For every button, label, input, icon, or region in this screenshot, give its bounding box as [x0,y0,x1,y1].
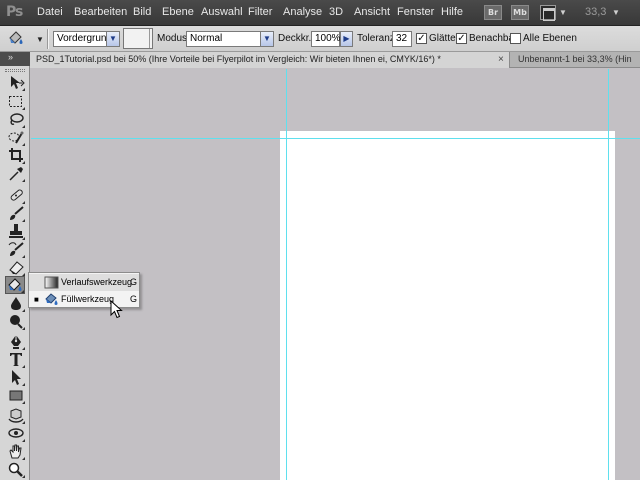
opacity-field[interactable]: 100% [311,31,341,47]
menu-bearbeiten[interactable]: Bearbeiten [74,6,127,18]
antialias-checkbox[interactable]: ✓ [416,33,427,44]
3d-orbit-tool-icon[interactable] [7,425,25,442]
tab-title: Unbenannt-1 bei 33,3% (Hin [518,54,632,64]
chevron-down-icon: ▼ [260,32,273,46]
tab-unbenannt[interactable]: Unbenannt-1 bei 33,3% (Hin [512,52,640,68]
gradient-icon [44,275,59,290]
zoom-tool-icon[interactable] [7,461,25,478]
divider [47,29,49,49]
menu-3d[interactable]: 3D [329,6,343,18]
collapse-icon[interactable]: » [8,52,13,62]
flyout-item-gradient-tool[interactable]: Verlaufswerkzeug G [29,274,139,291]
close-icon[interactable]: × [498,52,504,67]
history-brush-tool-icon[interactable] [7,241,25,258]
options-bar: ▼ Vordergrund ▼ Modus: Normal ▼ Deckkr.:… [0,26,640,52]
arrange-documents-icon[interactable] [540,5,556,21]
fill-source-value: Vordergrund [57,33,113,44]
tab-psd-tutorial[interactable]: PSD_1Tutorial.psd bei 50% (Ihre Vorteile… [30,52,510,68]
menu-analyse[interactable]: Analyse [283,6,322,18]
toolbox-header[interactable]: » [0,52,30,66]
menu-auswahl[interactable]: Auswahl [201,6,243,18]
mouse-cursor-icon [110,299,124,320]
bridge-button[interactable]: Br [484,5,502,20]
toolbox: » [0,52,30,480]
paint-bucket-tool-icon[interactable] [5,276,25,294]
mode-value: Normal [190,33,223,44]
menu-fenster[interactable]: Fenster [397,6,434,18]
paint-bucket-icon [44,292,59,307]
pattern-picker[interactable] [123,28,153,49]
brush-tool-icon[interactable] [7,205,25,222]
quick-selection-tool-icon[interactable] [7,129,25,146]
all-layers-label: Alle Ebenen [523,33,577,44]
spot-healing-tool-icon[interactable] [7,187,25,204]
dodge-tool-icon[interactable] [7,313,25,330]
mini-bridge-button[interactable]: Mb [511,5,529,20]
opacity-label: Deckkr.: [278,33,315,44]
drag-handle[interactable] [5,69,25,72]
move-tool-icon[interactable] [7,74,25,91]
marquee-tool-icon[interactable] [7,93,25,110]
hand-tool-icon[interactable] [7,443,25,460]
menu-hilfe[interactable]: Hilfe [441,6,463,18]
all-layers-checkbox[interactable] [510,33,521,44]
chevron-down-icon: ▼ [106,32,119,46]
blur-tool-icon[interactable] [7,295,25,312]
shortcut-key: G [130,277,138,287]
3d-rotate-tool-icon[interactable] [7,407,25,424]
chevron-down-icon[interactable]: ▼ [36,35,44,44]
zoom-level[interactable]: 33,3 [585,6,606,18]
chevron-down-icon[interactable]: ▼ [559,8,567,17]
menu-datei[interactable]: Datei [37,6,63,18]
lasso-tool-icon[interactable] [7,111,25,128]
flyout-item-label: Verlaufswerkzeug [61,277,133,287]
path-selection-tool-icon[interactable] [7,369,25,386]
document-tab-bar: PSD_1Tutorial.psd bei 50% (Ihre Vorteile… [30,52,640,68]
tolerance-field[interactable]: 32 [392,31,412,47]
document-canvas[interactable] [280,131,615,480]
fill-source-select[interactable]: Vordergrund ▼ [53,31,120,47]
chevron-down-icon[interactable]: ▼ [612,8,620,17]
eyedropper-tool-icon[interactable] [7,165,25,182]
menu-filter[interactable]: Filter [248,6,272,18]
menu-bild[interactable]: Bild [133,6,151,18]
guide-vertical[interactable] [608,69,609,480]
rectangle-tool-icon[interactable] [7,387,25,404]
pen-tool-icon[interactable] [7,333,25,350]
photoshop-logo: Ps [6,4,23,20]
eraser-tool-icon[interactable] [7,259,25,276]
menu-ansicht[interactable]: Ansicht [354,6,390,18]
mode-select[interactable]: Normal ▼ [186,31,274,47]
flyout-item-label: Füllwerkzeug [61,294,115,304]
paint-bucket-icon[interactable] [6,30,26,48]
contiguous-checkbox[interactable]: ✓ [456,33,467,44]
crop-tool-icon[interactable] [7,147,25,164]
clone-stamp-tool-icon[interactable] [7,223,25,240]
menu-ebene[interactable]: Ebene [162,6,194,18]
mode-label: Modus: [157,33,190,44]
type-tool-icon[interactable] [7,351,25,368]
selected-bullet-icon: ■ [34,295,39,304]
shortcut-key: G [130,294,138,304]
guide-horizontal[interactable] [31,138,640,139]
guide-vertical[interactable] [286,69,287,480]
menu-bar: Ps Datei Bearbeiten Bild Ebene Auswahl F… [0,0,640,26]
tab-title: PSD_1Tutorial.psd bei 50% (Ihre Vorteile… [36,54,441,64]
chevron-right-icon[interactable]: ▶ [340,31,353,47]
